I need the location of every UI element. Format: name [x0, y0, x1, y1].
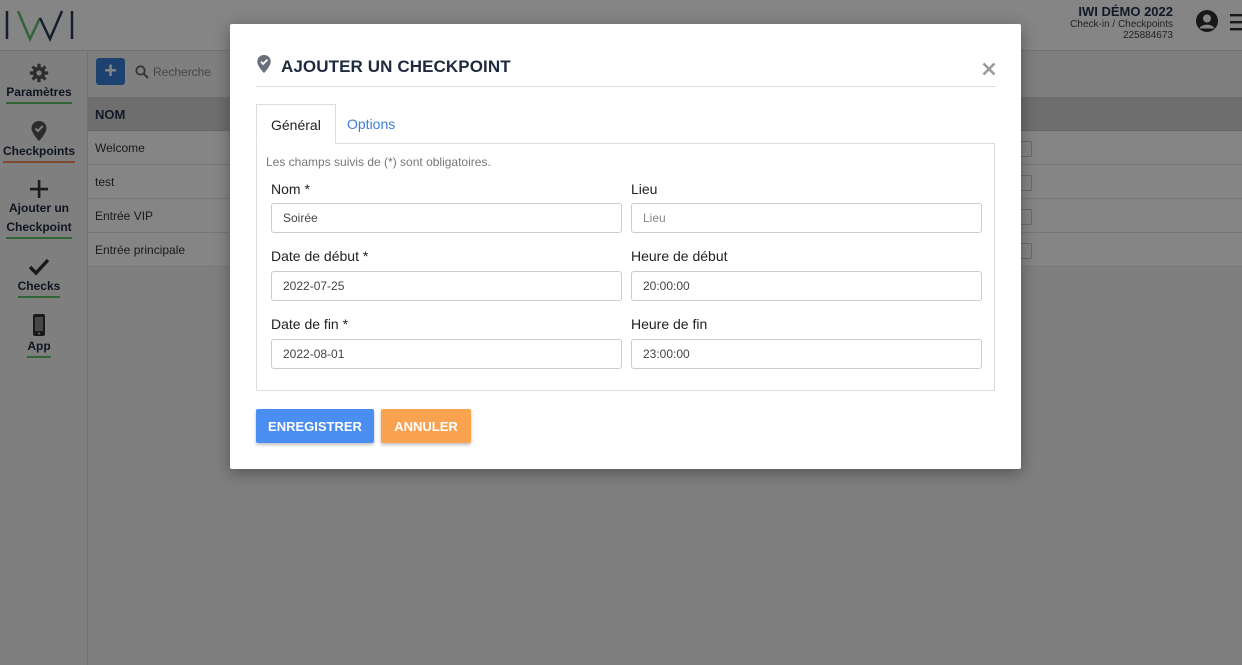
date-fin-input[interactable] [271, 339, 622, 369]
tab-general[interactable]: Général [256, 104, 336, 144]
heure-fin-input[interactable] [631, 339, 982, 369]
save-button[interactable]: ENREGISTRER [256, 409, 374, 443]
required-fields-note: Les champs suivis de (*) sont obligatoir… [266, 155, 491, 169]
lieu-input[interactable] [631, 203, 982, 233]
lieu-label: Lieu [631, 181, 658, 197]
heure-debut-input[interactable] [631, 271, 982, 301]
nom-input[interactable] [271, 203, 622, 233]
dialog-title: AJOUTER UN CHECKPOINT [281, 57, 511, 76]
date-debut-label: Date de début * [271, 248, 369, 264]
tab-options[interactable]: Options [333, 104, 409, 144]
nom-label: Nom * [271, 181, 310, 197]
date-debut-input[interactable] [271, 271, 622, 301]
heure-debut-label: Heure de début [631, 248, 728, 264]
cancel-button[interactable]: ANNULER [381, 409, 471, 443]
tab-panel-general: Les champs suivis de (*) sont obligatoir… [256, 143, 995, 391]
close-icon[interactable] [982, 62, 996, 76]
dialog-header: AJOUTER UN CHECKPOINT [256, 52, 996, 87]
add-checkpoint-dialog: AJOUTER UN CHECKPOINT Général Options Le… [230, 24, 1021, 469]
heure-fin-label: Heure de fin [631, 316, 708, 332]
map-pin-check-icon [257, 55, 271, 73]
date-fin-label: Date de fin * [271, 316, 349, 332]
dialog-tabs: Général Options [256, 104, 995, 144]
